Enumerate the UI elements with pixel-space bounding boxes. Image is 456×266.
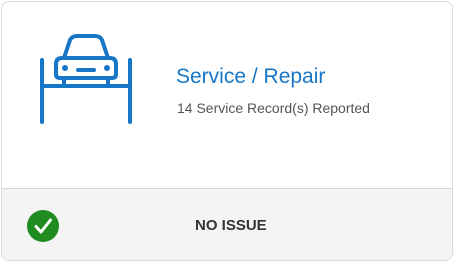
service-repair-card: Service / Repair 14 Service Record(s) Re… [1,1,453,261]
card-header-area: Service / Repair 14 Service Record(s) Re… [2,2,452,188]
card-title: Service / Repair [176,65,326,88]
status-bar: NO ISSUE [2,188,452,260]
check-circle-icon [27,210,59,242]
car-on-lift-icon [40,34,132,124]
status-label: NO ISSUE [195,217,267,234]
service-record-count: 14 Service Record(s) Reported [177,100,370,116]
